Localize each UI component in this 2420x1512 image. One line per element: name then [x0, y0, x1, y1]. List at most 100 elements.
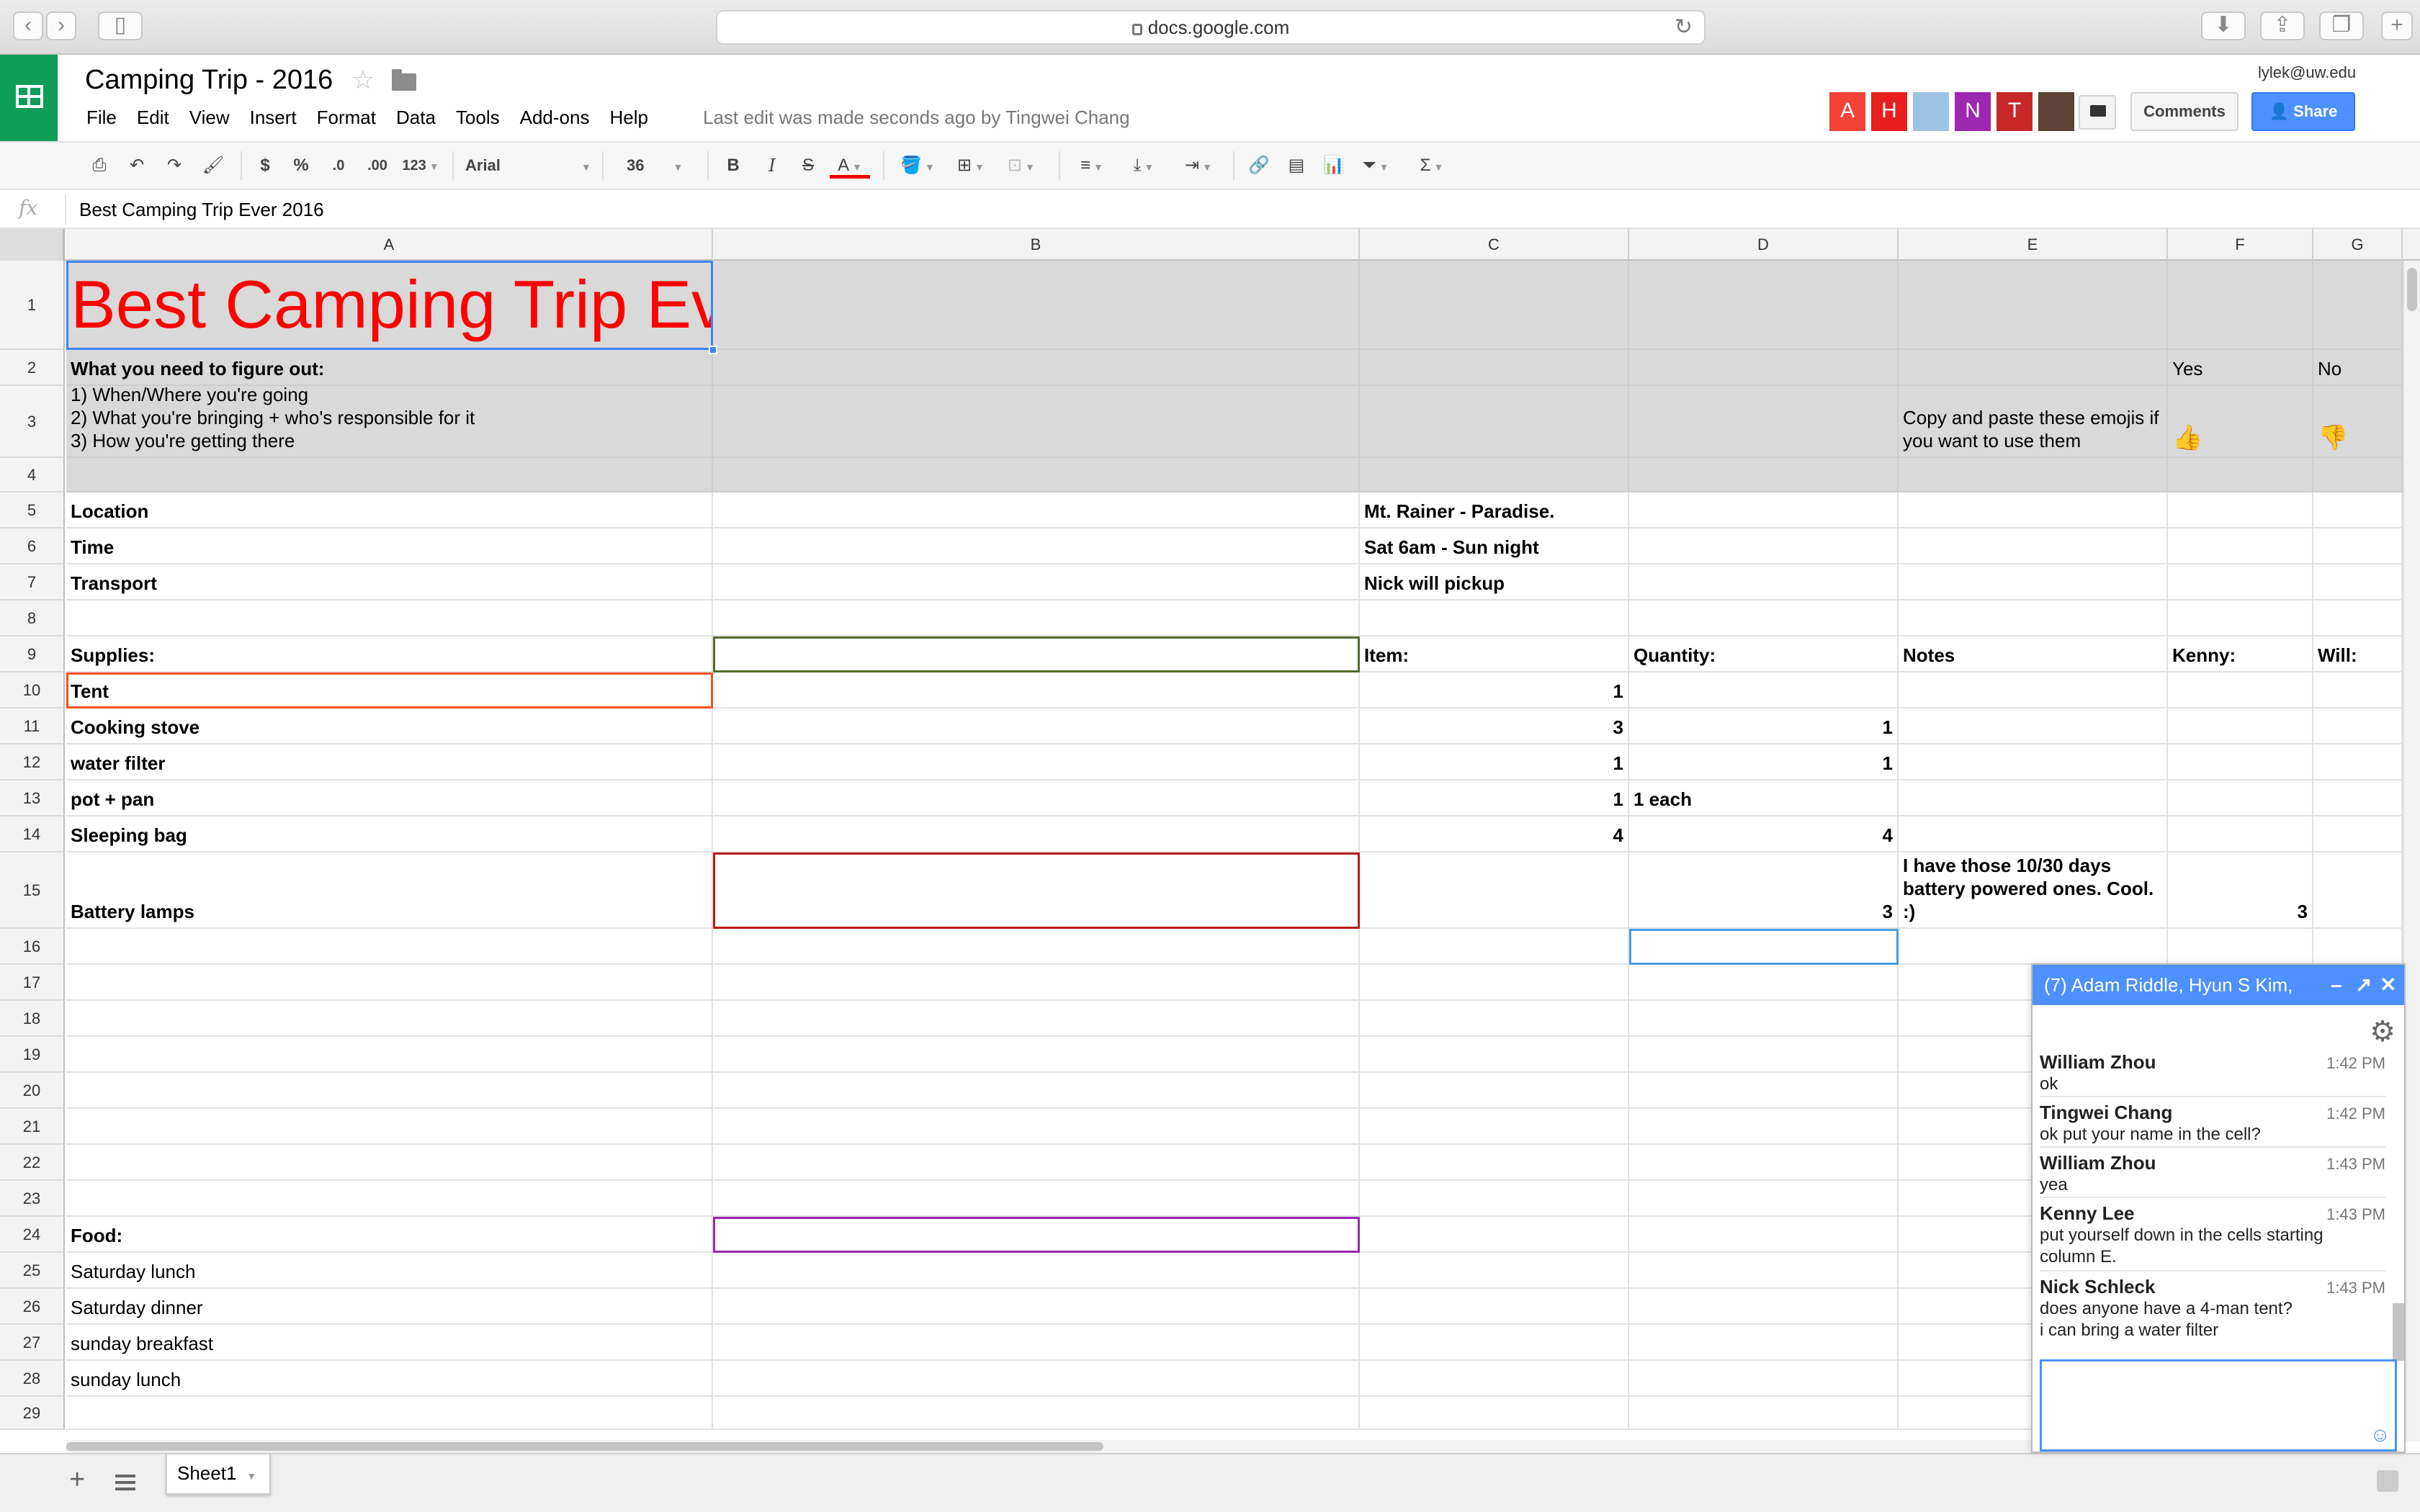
- row-header-25[interactable]: 25: [0, 1253, 65, 1289]
- cell-c29[interactable]: [1360, 1397, 1629, 1430]
- cell-c4[interactable]: [1360, 458, 1629, 492]
- cell-b2[interactable]: [713, 350, 1360, 386]
- cell-a15[interactable]: Battery lamps: [66, 852, 713, 929]
- cell-b21[interactable]: [713, 1109, 1360, 1145]
- cell-e12[interactable]: [1899, 744, 2168, 780]
- cell-a4[interactable]: [66, 458, 713, 492]
- doc-title[interactable]: Camping Trip - 2016: [85, 65, 333, 96]
- share-button[interactable]: 👤 Share: [2251, 92, 2355, 131]
- cell-a10[interactable]: Tent: [66, 672, 713, 708]
- cell-d22[interactable]: [1629, 1145, 1899, 1181]
- menu-edit[interactable]: Edit: [137, 107, 169, 128]
- cell-g12[interactable]: [2313, 744, 2403, 780]
- cell-e9[interactable]: Notes: [1899, 636, 2168, 672]
- cell-d23[interactable]: [1629, 1181, 1899, 1217]
- row-header-16[interactable]: 16: [0, 929, 65, 965]
- cell-g14[interactable]: [2313, 816, 2403, 852]
- cell-d5[interactable]: [1629, 492, 1899, 528]
- cell-g11[interactable]: [2313, 708, 2403, 744]
- comments-button[interactable]: Comments: [2130, 92, 2238, 131]
- cell-e15[interactable]: I have those 10/30 days battery powered …: [1899, 852, 2168, 929]
- cell-g1[interactable]: [2313, 261, 2403, 350]
- column-header-b[interactable]: B: [713, 229, 1360, 261]
- row-header-6[interactable]: 6: [0, 528, 65, 564]
- cell-c3[interactable]: [1360, 386, 1629, 458]
- cell-d20[interactable]: [1629, 1073, 1899, 1109]
- cell-d10[interactable]: [1629, 672, 1899, 708]
- cell-b20[interactable]: [713, 1073, 1360, 1109]
- cell-a29[interactable]: [66, 1397, 713, 1430]
- cell-e8[interactable]: [1899, 600, 2168, 636]
- tabs-icon[interactable]: ❐: [2319, 12, 2364, 40]
- cell-b11[interactable]: [713, 708, 1360, 744]
- cell-a8[interactable]: [66, 600, 713, 636]
- cell-c22[interactable]: [1360, 1145, 1629, 1181]
- row-header-27[interactable]: 27: [0, 1325, 65, 1361]
- collaborator-photo-avatar[interactable]: [2038, 92, 2074, 131]
- cell-d19[interactable]: [1629, 1037, 1899, 1073]
- cell-d13[interactable]: 1 each: [1629, 780, 1899, 816]
- cell-c7[interactable]: Nick will pickup: [1360, 564, 1629, 600]
- back-icon[interactable]: ‹: [13, 12, 43, 40]
- cell-c18[interactable]: [1360, 1001, 1629, 1037]
- row-header-8[interactable]: 8: [0, 600, 65, 636]
- gear-icon[interactable]: ⚙: [2370, 1015, 2396, 1048]
- address-bar[interactable]: docs.google.com ↻: [716, 10, 1706, 45]
- cell-e7[interactable]: [1899, 564, 2168, 600]
- cell-f15[interactable]: 3: [2168, 852, 2313, 929]
- cell-c19[interactable]: [1360, 1037, 1629, 1073]
- cell-d4[interactable]: [1629, 458, 1899, 492]
- cell-g9[interactable]: Will:: [2313, 636, 2403, 672]
- cell-d28[interactable]: [1629, 1361, 1899, 1397]
- cell-g8[interactable]: [2313, 600, 2403, 636]
- row-header-22[interactable]: 22: [0, 1145, 65, 1181]
- cell-e2[interactable]: [1899, 350, 2168, 386]
- cell-b24[interactable]: [713, 1217, 1360, 1253]
- paint-format-icon[interactable]: 🖌: [199, 151, 228, 180]
- chat-input[interactable]: ☺: [2040, 1359, 2397, 1452]
- undo-icon[interactable]: ↶: [122, 151, 151, 180]
- cell-a22[interactable]: [66, 1145, 713, 1181]
- cell-d14[interactable]: 4: [1629, 816, 1899, 852]
- cell-c15[interactable]: [1360, 852, 1629, 929]
- forward-icon[interactable]: ›: [46, 12, 76, 40]
- cell-e13[interactable]: [1899, 780, 2168, 816]
- cell-a6[interactable]: Time: [66, 528, 713, 564]
- cell-a9[interactable]: Supplies:: [66, 636, 713, 672]
- cell-b14[interactable]: [713, 816, 1360, 852]
- cell-e10[interactable]: [1899, 672, 2168, 708]
- cell-g2[interactable]: No: [2313, 350, 2403, 386]
- cell-a12[interactable]: water filter: [66, 744, 713, 780]
- row-header-19[interactable]: 19: [0, 1037, 65, 1073]
- new-tab-icon[interactable]: +: [2381, 12, 2413, 40]
- cell-f10[interactable]: [2168, 672, 2313, 708]
- cell-f14[interactable]: [2168, 816, 2313, 852]
- cell-c27[interactable]: [1360, 1325, 1629, 1361]
- collaborator-avatar[interactable]: H: [1871, 92, 1907, 131]
- menu-addons[interactable]: Add-ons: [520, 107, 590, 128]
- share-icon[interactable]: ⇪: [2260, 12, 2305, 40]
- user-email[interactable]: lylek@uw.edu: [2258, 63, 2356, 82]
- cell-a3[interactable]: 1) When/Where you're going 2) What you'r…: [66, 384, 713, 458]
- cell-b22[interactable]: [713, 1145, 1360, 1181]
- cell-d3[interactable]: [1629, 386, 1899, 458]
- cell-b27[interactable]: [713, 1325, 1360, 1361]
- row-header-28[interactable]: 28: [0, 1361, 65, 1397]
- cell-c11[interactable]: 3: [1360, 708, 1629, 744]
- cell-b13[interactable]: [713, 780, 1360, 816]
- row-header-7[interactable]: 7: [0, 564, 65, 600]
- cell-a16[interactable]: [66, 929, 713, 965]
- insert-comment-icon[interactable]: ▤: [1282, 151, 1311, 180]
- cell-g6[interactable]: [2313, 528, 2403, 564]
- cell-c24[interactable]: [1360, 1217, 1629, 1253]
- menu-file[interactable]: File: [86, 107, 117, 128]
- cell-g7[interactable]: [2313, 564, 2403, 600]
- cell-b23[interactable]: [713, 1181, 1360, 1217]
- row-header-29[interactable]: 29: [0, 1397, 65, 1430]
- cell-f3[interactable]: 👍: [2168, 386, 2313, 458]
- cell-b10[interactable]: [713, 672, 1360, 708]
- cell-d16[interactable]: [1629, 929, 1899, 965]
- cell-b18[interactable]: [713, 1001, 1360, 1037]
- vertical-scroll-thumb[interactable]: [2407, 268, 2417, 311]
- cell-c9[interactable]: Item:: [1360, 636, 1629, 672]
